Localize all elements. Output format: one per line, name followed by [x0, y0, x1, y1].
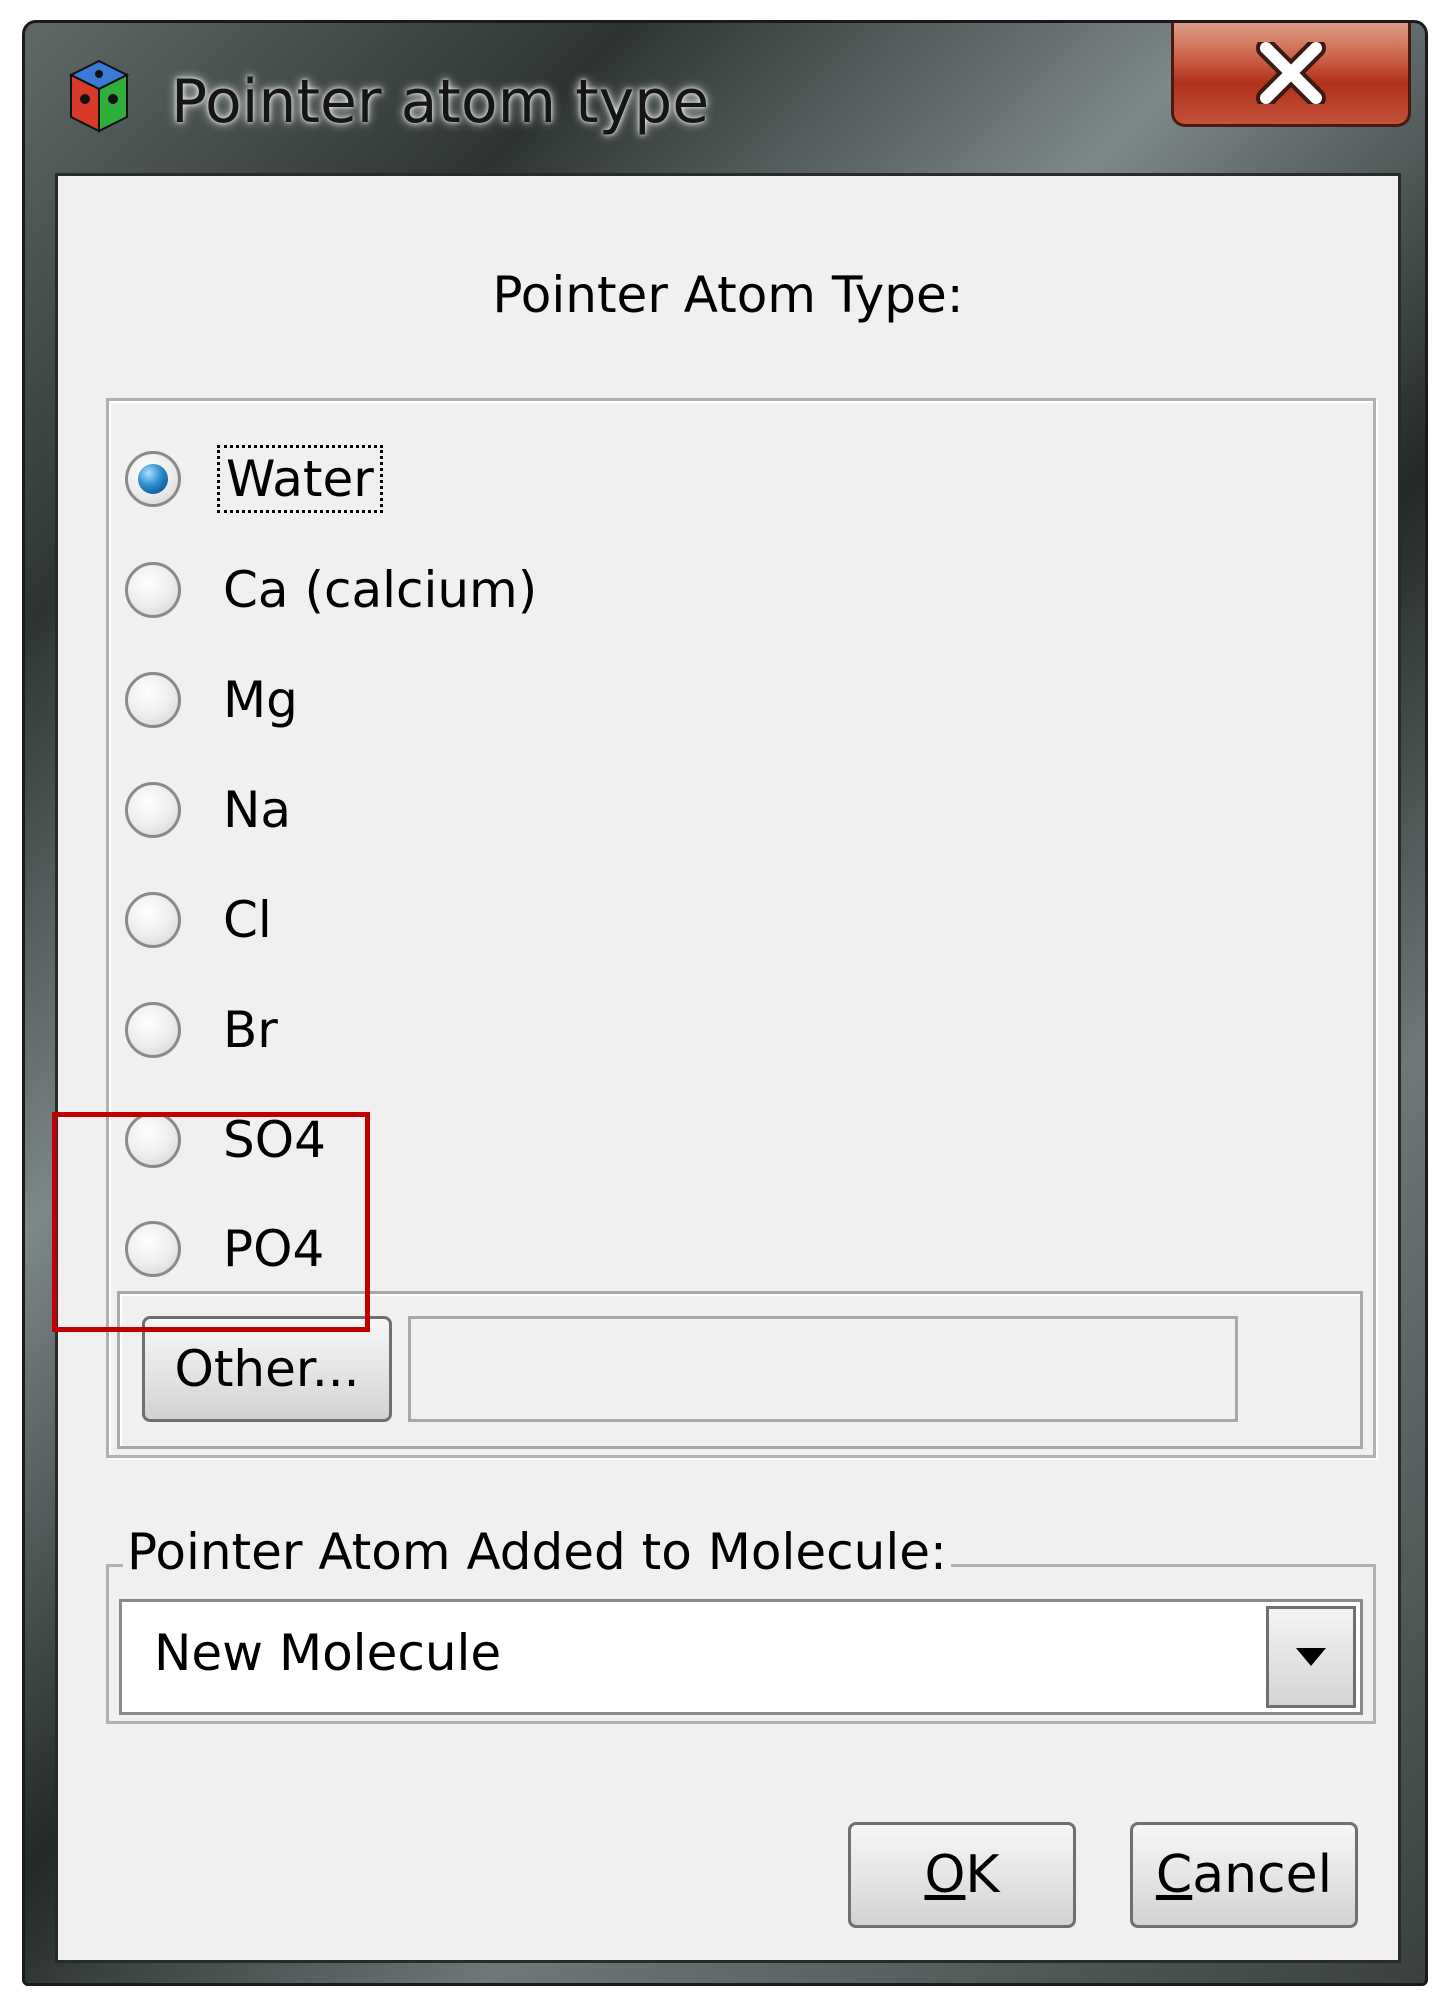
cube-app-icon: [69, 59, 129, 133]
radio-label: Na: [223, 781, 292, 839]
radio-button[interactable]: [125, 1002, 181, 1058]
radio-option-chlorine[interactable]: Cl: [125, 878, 278, 962]
close-icon: [1256, 41, 1326, 104]
radio-option-water[interactable]: Water: [125, 437, 383, 521]
dropdown-arrow-button[interactable]: [1266, 1606, 1356, 1708]
radio-selected-dot: [138, 464, 168, 494]
radio-option-phosphate[interactable]: PO4: [125, 1207, 330, 1291]
radio-label: Water: [217, 445, 383, 513]
ok-button[interactable]: OK: [848, 1822, 1076, 1928]
radio-label: Ca (calcium): [223, 561, 538, 619]
window-title: Pointer atom type: [171, 67, 710, 137]
radio-button[interactable]: [125, 1221, 181, 1277]
other-atom-field[interactable]: [408, 1316, 1238, 1422]
dialog-heading: Pointer Atom Type:: [492, 266, 964, 324]
radio-button[interactable]: [125, 782, 181, 838]
title-bar[interactable]: Pointer atom type: [25, 23, 1425, 173]
radio-button[interactable]: [125, 1112, 181, 1168]
chevron-down-icon: [1296, 1648, 1326, 1666]
other-atom-panel: Other...: [117, 1291, 1363, 1449]
radio-button-selected[interactable]: [125, 451, 181, 507]
dialog-window: Pointer atom type Pointer Atom Type: Wat…: [22, 20, 1428, 1986]
radio-label: Mg: [223, 671, 298, 729]
ok-mnemonic: O: [924, 1845, 966, 1905]
radio-label: PO4: [223, 1220, 325, 1278]
radio-label: Cl: [223, 891, 272, 949]
radio-option-magnesium[interactable]: Mg: [125, 658, 304, 742]
cancel-button[interactable]: Cancel: [1130, 1822, 1358, 1928]
radio-option-sulfate[interactable]: SO4: [125, 1098, 332, 1182]
ok-label-rest: K: [965, 1845, 1000, 1905]
atom-type-radio-group: Water Ca (calcium) Mg Na Cl Br SO4 PO4 O…: [106, 398, 1376, 1458]
other-button[interactable]: Other...: [142, 1316, 392, 1422]
dialog-content: Pointer Atom Type: Water Ca (calcium) Mg…: [55, 173, 1401, 1963]
radio-button[interactable]: [125, 562, 181, 618]
radio-option-bromine[interactable]: Br: [125, 988, 284, 1072]
radio-option-calcium[interactable]: Ca (calcium): [125, 548, 543, 632]
molecule-dropdown[interactable]: New Molecule: [119, 1599, 1363, 1715]
molecule-selected-value: New Molecule: [154, 1624, 502, 1682]
molecule-group-label: Pointer Atom Added to Molecule:: [123, 1523, 951, 1581]
close-button[interactable]: [1171, 23, 1411, 127]
radio-option-sodium[interactable]: Na: [125, 768, 297, 852]
cancel-mnemonic: C: [1155, 1845, 1193, 1905]
radio-label: Br: [223, 1001, 278, 1059]
cancel-label-rest: ancel: [1192, 1845, 1333, 1905]
radio-button[interactable]: [125, 892, 181, 948]
molecule-group: Pointer Atom Added to Molecule: New Mole…: [106, 1523, 1376, 1724]
radio-label: SO4: [223, 1111, 326, 1169]
radio-button[interactable]: [125, 672, 181, 728]
